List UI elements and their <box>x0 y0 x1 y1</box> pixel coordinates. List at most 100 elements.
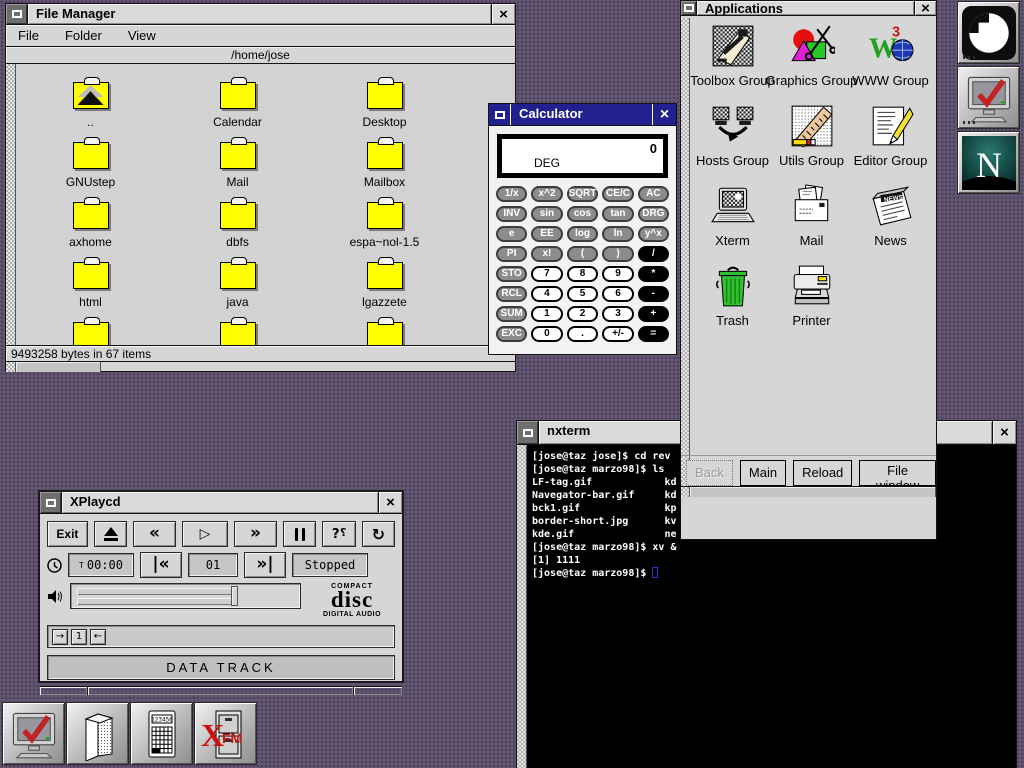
window-menu-button[interactable] <box>489 104 511 125</box>
calc-button[interactable]: * <box>638 266 669 282</box>
window-menu-button[interactable] <box>517 421 539 444</box>
calc-button[interactable]: 8 <box>567 266 599 282</box>
app-item-xterm[interactable]: Xterm <box>693 182 772 262</box>
folder-item[interactable]: GNUstep <box>31 137 151 197</box>
calc-button[interactable]: 2 <box>567 306 599 322</box>
app-item-printer[interactable]: Printer <box>772 262 851 342</box>
app-item-hosts-group[interactable]: Hosts Group <box>693 102 772 182</box>
folder-item[interactable]: lgazzete <box>325 257 445 317</box>
app-item-utils-group[interactable]: Utils Group <box>772 102 851 182</box>
close-icon[interactable]: × <box>652 104 676 125</box>
eject-button[interactable] <box>94 521 127 547</box>
calc-button[interactable]: 9 <box>602 266 633 282</box>
repeat-button[interactable]: ↻ <box>362 521 395 547</box>
window-menu-button[interactable] <box>40 492 62 513</box>
calc-button[interactable]: / <box>638 246 669 262</box>
dock-tile-calculator[interactable]: 123456 <box>130 702 193 765</box>
folder-item[interactable]: espa~nol-1.5 <box>325 197 445 257</box>
calc-button[interactable]: SUM <box>496 306 527 322</box>
calc-button[interactable]: INV <box>496 206 527 222</box>
folder-item-partial[interactable] <box>178 317 298 345</box>
folder-item[interactable]: html <box>31 257 151 317</box>
calc-button[interactable]: sin <box>531 206 562 222</box>
app-item-trash[interactable]: Trash <box>693 262 772 342</box>
calc-button[interactable]: cos <box>567 206 599 222</box>
window-menu-button[interactable] <box>6 4 28 24</box>
horizontal-scrollbar[interactable] <box>681 486 936 497</box>
volume-slider[interactable] <box>70 583 301 609</box>
applications-titlebar[interactable]: Applications × <box>681 1 936 16</box>
calc-button[interactable]: 1 <box>531 306 562 322</box>
track-back-button[interactable]: ← <box>90 629 106 645</box>
calc-button[interactable]: . <box>567 326 599 342</box>
calc-button[interactable]: EE <box>531 226 562 242</box>
scrollbar-thumb[interactable] <box>16 362 101 372</box>
shuffle-button[interactable]: ?? <box>322 521 355 547</box>
resize-bar[interactable] <box>40 686 402 695</box>
folder-item[interactable]: Mail <box>178 137 298 197</box>
track-selector-bar[interactable]: → 1 ← <box>47 625 395 648</box>
calc-button[interactable]: 0 <box>531 326 562 342</box>
vertical-scrollbar[interactable] <box>517 445 527 768</box>
calc-button[interactable]: ln <box>602 226 633 242</box>
vertical-scrollbar[interactable] <box>681 18 690 497</box>
calc-button[interactable]: SQRT <box>567 186 599 202</box>
calc-button[interactable]: x^2 <box>531 186 562 202</box>
folder-item-updir[interactable]: .. <box>31 77 151 137</box>
folder-item[interactable]: axhome <box>31 197 151 257</box>
close-icon[interactable]: × <box>914 1 936 15</box>
play-button[interactable]: ▷ <box>182 521 228 547</box>
calc-button[interactable]: RCL <box>496 286 527 302</box>
folder-item-partial[interactable] <box>325 317 445 345</box>
window-menu-button[interactable] <box>681 1 697 15</box>
menu-view[interactable]: View <box>128 28 156 46</box>
prev-track-button[interactable]: |« <box>140 552 182 578</box>
app-item-www-group[interactable]: W3 WWW Group <box>851 22 930 102</box>
dock-tile-xfm[interactable]: XFM <box>194 702 257 765</box>
calc-button[interactable]: DRG <box>638 206 669 222</box>
calc-button[interactable]: = <box>638 326 669 342</box>
dock-tile-netscape[interactable]: N <box>957 131 1020 194</box>
calc-button[interactable]: 3 <box>602 306 633 322</box>
calc-button[interactable]: 6 <box>602 286 633 302</box>
calc-button[interactable]: AC <box>638 186 669 202</box>
app-item-news[interactable]: NEWS News <box>851 182 930 262</box>
volume-handle[interactable] <box>231 586 238 606</box>
folder-item[interactable]: dbfs <box>178 197 298 257</box>
file-manager-titlebar[interactable]: File Manager × <box>6 4 515 25</box>
calc-button[interactable]: EXC <box>496 326 527 342</box>
calc-button[interactable]: ( <box>567 246 599 262</box>
dock-tile-afterstep[interactable] <box>957 1 1020 64</box>
track-number-button[interactable]: 1 <box>71 629 87 645</box>
vertical-scrollbar[interactable] <box>6 64 16 345</box>
close-icon[interactable]: × <box>491 4 515 24</box>
close-icon[interactable]: × <box>378 492 402 513</box>
calc-button[interactable]: tan <box>602 206 633 222</box>
dock-tile-monitor-check[interactable] <box>957 66 1020 129</box>
next-track-button[interactable]: »| <box>244 552 286 578</box>
calc-button[interactable]: 1/x <box>496 186 527 202</box>
calculator-titlebar[interactable]: Calculator × <box>489 104 676 126</box>
folder-item[interactable]: Calendar <box>178 77 298 137</box>
calc-button[interactable]: PI <box>496 246 527 262</box>
calc-button[interactable]: ) <box>602 246 633 262</box>
dock-tile-monitor-check[interactable] <box>2 702 65 765</box>
menu-folder[interactable]: Folder <box>65 28 102 46</box>
fast-forward-button[interactable]: » <box>234 521 277 547</box>
back-button[interactable]: Back <box>686 460 733 486</box>
folder-item-partial[interactable] <box>31 317 151 345</box>
calc-button[interactable]: x! <box>531 246 562 262</box>
calc-button[interactable]: STO <box>496 266 527 282</box>
menu-file[interactable]: File <box>18 28 39 46</box>
calc-button[interactable]: log <box>567 226 599 242</box>
rewind-button[interactable]: « <box>133 521 176 547</box>
calc-button[interactable]: 5 <box>567 286 599 302</box>
dock-tile-box[interactable] <box>66 702 129 765</box>
app-item-toolbox-group[interactable]: Toolbox Group <box>693 22 772 102</box>
app-item-mail[interactable]: Mail <box>772 182 851 262</box>
calc-button[interactable]: + <box>638 306 669 322</box>
calc-button[interactable]: 7 <box>531 266 562 282</box>
file-window-button[interactable]: File window <box>859 460 936 486</box>
calc-button[interactable]: - <box>638 286 669 302</box>
folder-item[interactable]: java <box>178 257 298 317</box>
